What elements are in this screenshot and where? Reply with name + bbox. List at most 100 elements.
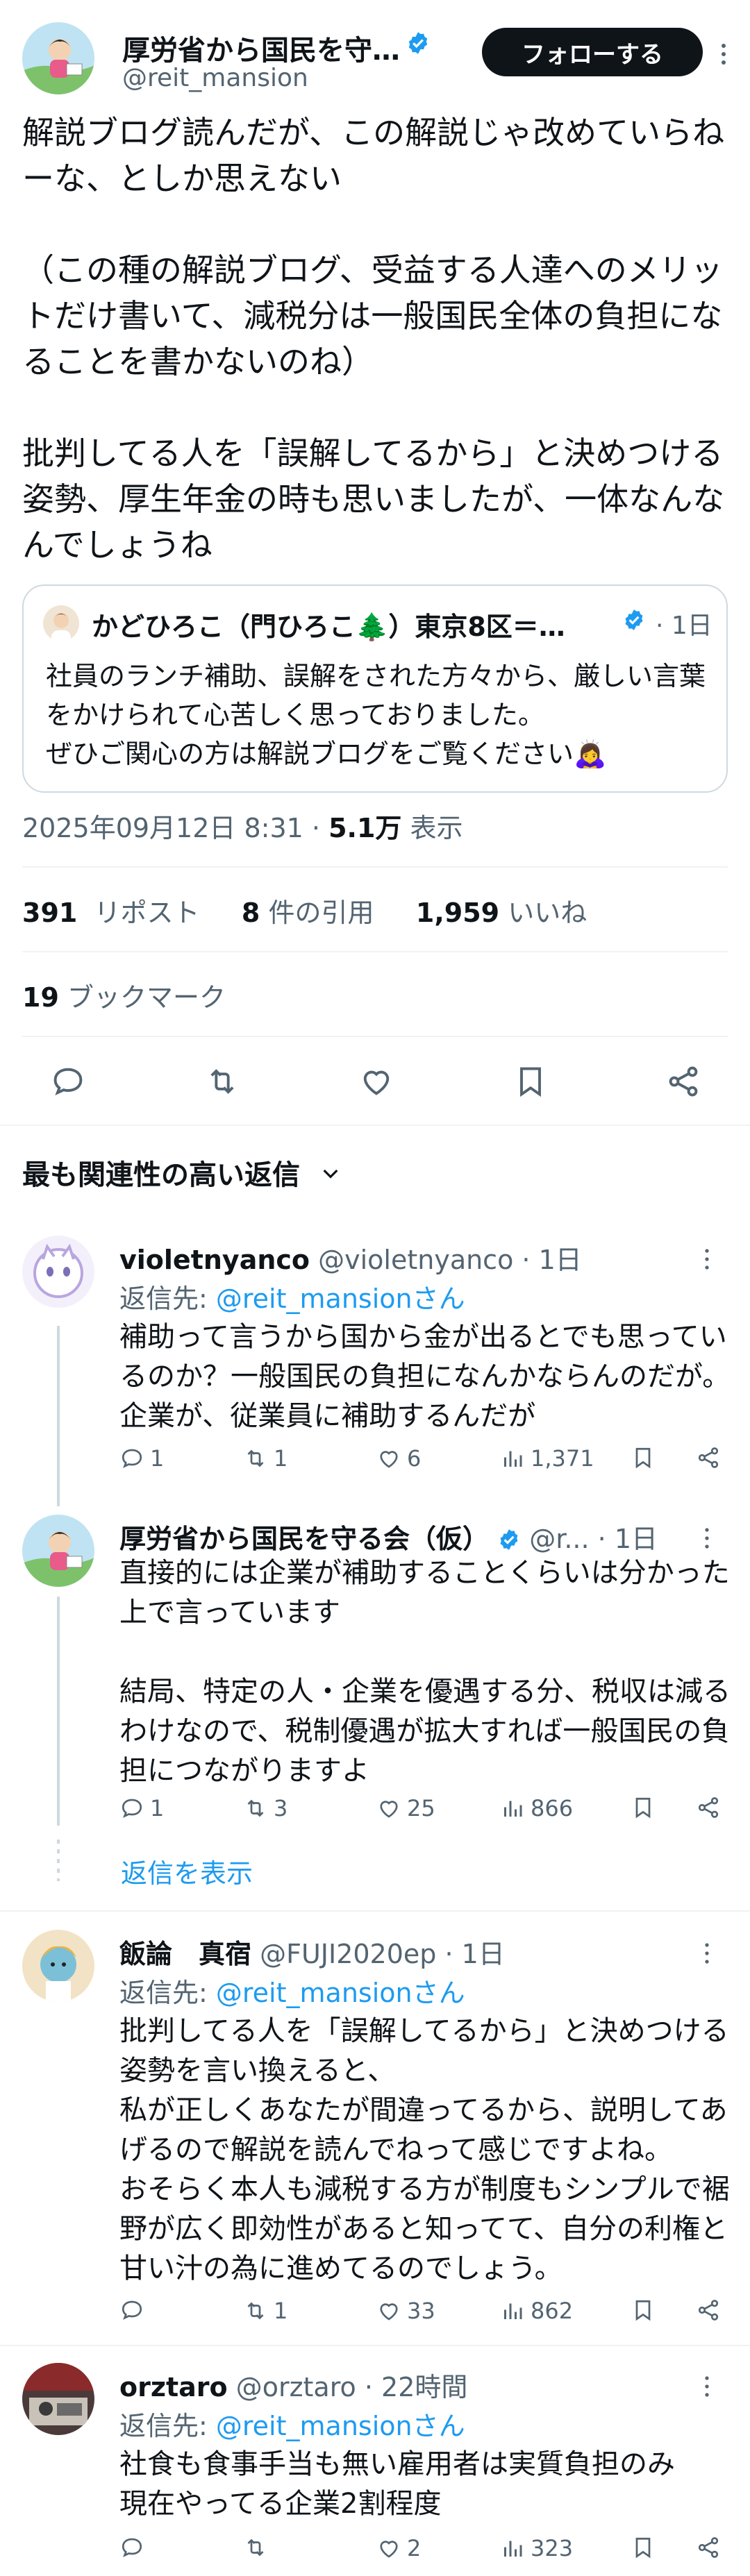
bookmarks-stat[interactable]: 19 ブックマーク <box>22 976 226 1014</box>
reply-to-prefix: 返信先: <box>119 1978 216 2008</box>
thread-line <box>57 1597 60 1826</box>
reply-author-handle[interactable]: @FUJI2020ep <box>260 1939 436 1969</box>
quotes-stat[interactable]: 8 件の引用 <box>242 898 374 928</box>
likes-label: いいね <box>508 898 588 928</box>
follow-button[interactable]: フォローする <box>482 28 703 76</box>
retweet-count: 1 <box>274 2298 288 2324</box>
bookmarks-count: 19 <box>22 982 59 1013</box>
share-icon[interactable] <box>665 1063 701 1100</box>
reply-time[interactable]: · 22時間 <box>365 2372 468 2402</box>
views-count: 866 <box>531 1795 574 1821</box>
reply-time[interactable]: · 1日 <box>522 1245 581 1275</box>
divider <box>0 1910 750 1912</box>
like-button[interactable]: 2 <box>376 2535 421 2561</box>
reply-header: violetnyanco @violetnyanco · 1日 <box>119 1238 582 1277</box>
author-name[interactable]: 厚労省から国民を守… <box>122 28 400 68</box>
verified-badge-icon <box>500 1529 518 1550</box>
reply-to-mention[interactable]: @reit_mansionさん <box>216 2411 465 2441</box>
bookmark-icon[interactable] <box>631 2535 661 2560</box>
like-icon[interactable] <box>358 1063 394 1100</box>
like-button[interactable]: 25 <box>376 1795 435 1821</box>
bookmark-icon[interactable] <box>631 1795 661 1820</box>
quoted-tweet-card[interactable]: かどひろこ（門ひろこ🌲）東京8区＝… · 1日 社員のランチ補助、誤解をされた方… <box>22 584 728 793</box>
quote-text: 社員のランチ補助、誤解をされた方々から、厳しい言葉をかけられて心苦しく思っており… <box>46 661 706 769</box>
retweet-button[interactable]: 1 <box>243 1445 288 1472</box>
like-button[interactable]: 6 <box>376 1445 421 1472</box>
retweets-stat[interactable]: 391 リポスト <box>22 898 200 928</box>
views-button[interactable]: 862 <box>500 2298 573 2324</box>
like-icon <box>380 2541 398 2558</box>
like-count: 25 <box>407 1795 435 1821</box>
divider <box>22 1036 728 1037</box>
show-replies-link[interactable]: 返信を表示 <box>121 1852 253 1890</box>
reply-avatar[interactable] <box>22 2363 94 2435</box>
author-handle[interactable]: @reit_mansion <box>122 64 308 92</box>
views-label: 表示 <box>410 813 463 843</box>
reply-author-name[interactable]: violetnyanco <box>119 1245 310 1275</box>
timestamp-text[interactable]: 2025年09月12日 8:31 <box>22 813 303 843</box>
retweet-button[interactable] <box>243 2535 274 2560</box>
views-count: 323 <box>531 2535 574 2561</box>
bookmark-icon[interactable] <box>512 1063 549 1100</box>
views-icon <box>504 1801 522 1817</box>
views-button[interactable]: 866 <box>500 1795 573 1821</box>
likes-stat[interactable]: 1,959 いいね <box>416 898 587 928</box>
author-avatar[interactable] <box>22 22 94 94</box>
reply-button[interactable]: 1 <box>119 1445 164 1472</box>
share-icon[interactable] <box>696 2298 726 2323</box>
chevron-down-icon[interactable] <box>319 1162 342 1184</box>
reply-author-name[interactable]: orztaro <box>119 2372 228 2402</box>
views-button[interactable]: 1,371 <box>500 1445 594 1472</box>
views-button[interactable]: 323 <box>500 2535 573 2561</box>
reply-to-mention[interactable]: @reit_mansionさん <box>216 1978 465 2008</box>
bookmark-icon[interactable] <box>631 2298 661 2323</box>
reply-sort-selector[interactable]: 最も関連性の高い返信 <box>22 1152 300 1193</box>
likes-count: 1,959 <box>415 898 500 928</box>
reply-icon[interactable] <box>50 1063 86 1100</box>
retweet-icon[interactable] <box>204 1063 240 1100</box>
share-icon[interactable] <box>696 2535 726 2560</box>
divider <box>0 1125 750 1126</box>
reply-avatar[interactable] <box>22 1930 94 2002</box>
share-icon[interactable] <box>696 1795 726 1820</box>
tweet-header: 厚労省から国民を守… @reit_mansion フォローする <box>22 22 728 99</box>
like-icon <box>380 2303 398 2321</box>
like-button[interactable]: 33 <box>376 2298 435 2324</box>
retweet-icon <box>247 2302 264 2320</box>
retweet-count: 3 <box>274 1795 288 1821</box>
engagement-stats: 391 リポスト 8 件の引用 1,959 いいね <box>22 891 587 929</box>
bookmark-icon[interactable] <box>631 1445 661 1470</box>
views-count: 1,371 <box>531 1445 594 1472</box>
more-icon[interactable] <box>717 40 731 68</box>
more-icon[interactable] <box>701 2374 712 2399</box>
reply-time[interactable]: · 1日 <box>598 1524 658 1554</box>
reply-header: 飯論 真宿 @FUJI2020ep · 1日 <box>119 1933 505 1971</box>
retweet-button[interactable]: 3 <box>243 1795 288 1821</box>
reply-button[interactable] <box>119 2535 150 2560</box>
like-count: 6 <box>407 1445 422 1472</box>
reply-author-name[interactable]: 厚労省から国民を守る会（仮） <box>119 1524 489 1554</box>
share-icon[interactable] <box>696 1445 726 1470</box>
reply-author-name[interactable]: 飯論 真宿 <box>119 1939 251 1969</box>
reply-to-mention[interactable]: @reit_mansionさん <box>216 1283 465 1314</box>
reply-button[interactable]: 1 <box>119 1795 164 1821</box>
reply-author-handle[interactable]: @orztaro <box>236 2372 356 2402</box>
reply-icon <box>122 2538 142 2557</box>
more-icon[interactable] <box>701 1526 712 1551</box>
reply-avatar[interactable] <box>22 1515 94 1587</box>
divider <box>22 866 728 868</box>
reply-author-handle[interactable]: @violetnyanco <box>318 1245 513 1275</box>
reply-time[interactable]: · 1日 <box>445 1939 505 1969</box>
reply-author-handle[interactable]: @r... <box>529 1524 589 1554</box>
views-count: 5.1万 <box>328 813 402 843</box>
tweet-timestamp: 2025年09月12日 8:31 · 5.1万 表示 <box>22 813 463 843</box>
more-icon[interactable] <box>701 1247 712 1272</box>
more-icon[interactable] <box>701 1941 712 1966</box>
reply-action-bar: 1 3 25 866 <box>119 1795 731 1830</box>
divider <box>0 2345 750 2346</box>
reply-to-line: 返信先: @reit_mansionさん <box>119 2405 465 2443</box>
reply-button[interactable] <box>119 2298 150 2323</box>
retweet-button[interactable]: 1 <box>243 2298 288 2324</box>
reply-text: 批判してる人を「誤解してるから」と決めつける姿勢を言い換えると、 私が正しくあな… <box>119 2015 730 2284</box>
reply-avatar[interactable] <box>22 1236 94 1308</box>
